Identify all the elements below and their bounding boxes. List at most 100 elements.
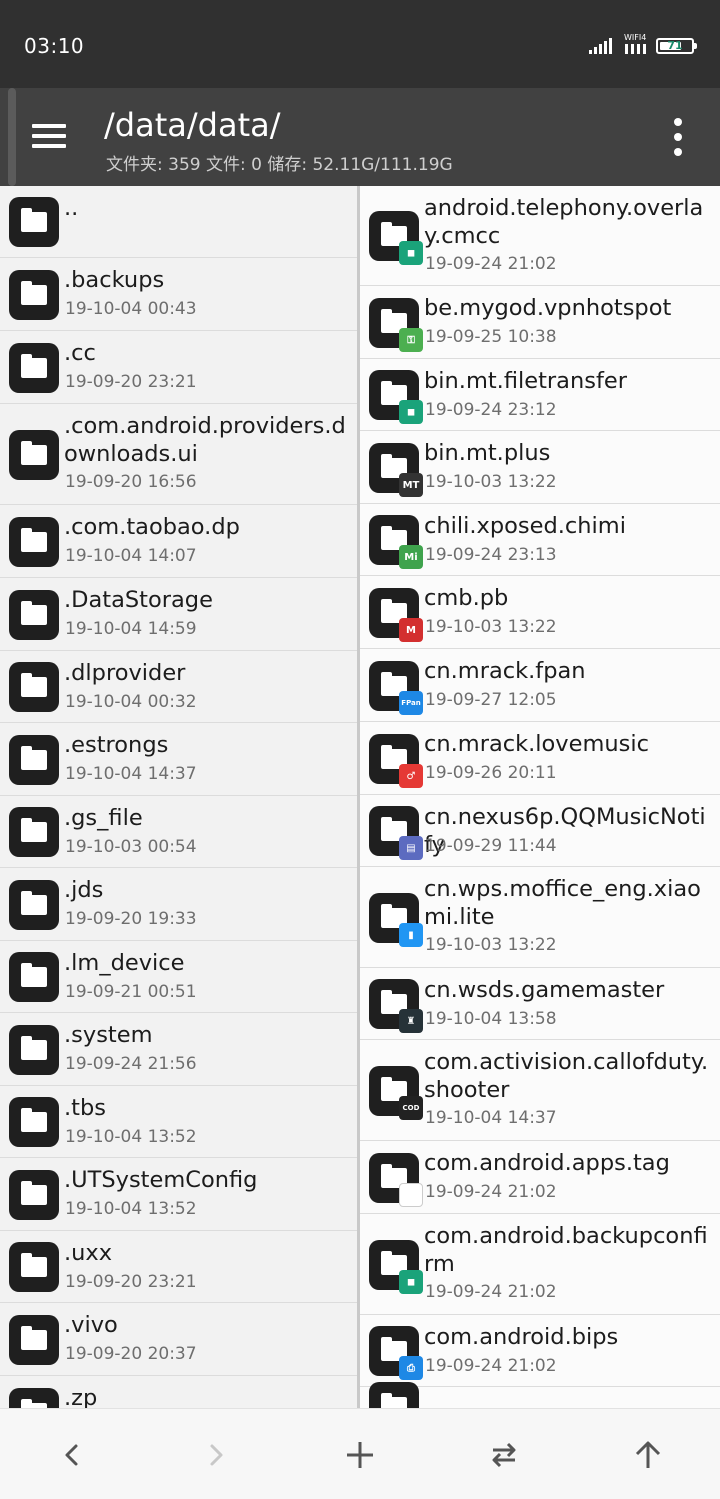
android-icon: ◼	[399, 241, 423, 265]
file-list-item[interactable]: com.android.apps.tag 19-09-24 21:02	[360, 1141, 720, 1214]
right-file-panel[interactable]: ◼ android.telephony.overlay.cmcc 19-09-24 …	[360, 186, 720, 1408]
file-list-item[interactable]: ◼ com.android.backupconfirm 19-09-24 21:02	[360, 1214, 720, 1315]
file-date: 19-09-20 20:37	[65, 1344, 197, 1364]
file-name: .gs_file	[64, 805, 143, 831]
file-list-item[interactable]: .system 19-09-24 21:56	[0, 1013, 358, 1086]
file-list-item[interactable]: .cc 19-09-20 23:21	[0, 331, 358, 404]
left-file-panel[interactable]: .. .backups 19-10-04 00:43 .cc 19-09-20 23:2…	[0, 186, 358, 1408]
folder-icon	[9, 735, 59, 785]
file-name: cn.mrack.lovemusic	[424, 731, 649, 757]
folder-icon: ♜	[369, 979, 423, 1033]
file-list-item[interactable]: ◼ android.telephony.overlay.cmcc 19-09-24 …	[360, 186, 720, 286]
document-icon: ▮	[399, 923, 423, 947]
file-name: .estrongs	[64, 732, 169, 758]
file-name: .system	[64, 1022, 153, 1048]
file-list-item[interactable]: .UTSystemConfig 19-10-04 13:52	[0, 1158, 358, 1231]
file-list-item[interactable]: .backups 19-10-04 00:43	[0, 258, 358, 331]
nfc-tag-icon	[399, 1183, 423, 1207]
storage-stats: 文件夹: 359 文件: 0 储存: 52.11G/111.19G	[106, 155, 453, 175]
file-list-item[interactable]: MT bin.mt.plus 19-10-03 13:22	[360, 431, 720, 504]
file-list-item[interactable]: ⚿ be.mygod.vpnhotspot 19-09-25 10:38	[360, 286, 720, 359]
chevron-left-icon	[65, 1444, 78, 1466]
notify-icon: ▤	[399, 836, 423, 860]
file-list-item[interactable]: Mcmb.pb 19-10-03 13:22	[360, 576, 720, 649]
current-path: /data/data/	[104, 106, 281, 144]
file-name: bin.mt.plus	[424, 440, 551, 466]
mt-icon: MT	[399, 473, 423, 497]
swap-panels-button[interactable]	[480, 1431, 528, 1479]
file-list-item[interactable]: .com.taobao.dp 19-10-04 14:07	[0, 505, 358, 578]
file-list-item[interactable]: ▤ cn.nexus6p.QQMusicNotify 19-09-29 11:44	[360, 795, 720, 867]
file-name: .backups	[64, 267, 165, 293]
file-list-item[interactable]: .com.android.providers.downloads.ui 19-09…	[0, 404, 358, 505]
file-name: cn.mrack.fpan	[424, 658, 586, 684]
rocket-icon: ♜	[399, 1009, 423, 1033]
file-name: .com.android.providers.downloads.ui	[64, 413, 346, 467]
android-icon: ◼	[399, 400, 423, 424]
file-list-item[interactable]: ♜ cn.wsds.gamemaster 19-10-04 13:58	[360, 968, 720, 1040]
forward-button[interactable]	[192, 1431, 240, 1479]
battery-icon: 71	[656, 38, 697, 54]
file-name: bin.mt.filetransfer	[424, 368, 627, 394]
parent-directory-button[interactable]	[624, 1431, 672, 1479]
file-list-item[interactable]: .gs_file 19-10-03 00:54	[0, 796, 358, 868]
cmb-icon: M	[399, 618, 423, 642]
folder-icon	[9, 952, 59, 1002]
file-list-item[interactable]: .dlprovider 19-10-04 00:32	[0, 651, 358, 723]
folder-icon	[9, 343, 59, 393]
file-date: 19-09-20 16:56	[65, 472, 197, 492]
folder-icon	[9, 1097, 59, 1147]
file-list-item[interactable]: .estrongs 19-10-04 14:37	[0, 723, 358, 796]
add-button[interactable]	[336, 1431, 384, 1479]
folder-icon	[9, 430, 59, 480]
file-list-item[interactable]: .uxx 19-09-20 23:21	[0, 1231, 358, 1303]
fpan-icon: FPan	[399, 691, 423, 715]
file-list-item[interactable]: ..	[0, 186, 358, 258]
file-date: 19-10-04 14:59	[65, 619, 197, 639]
file-name: android.telephony.overlay.cmcc	[424, 195, 704, 249]
folder-icon: FPan	[369, 661, 423, 715]
file-list-item[interactable]: .tbs 19-10-04 13:52	[0, 1086, 358, 1158]
folder-icon: ⎙	[369, 1326, 423, 1380]
folder-icon: COD	[369, 1066, 423, 1120]
file-list-item[interactable]: .zp	[0, 1376, 358, 1408]
folder-icon: MT	[369, 443, 423, 497]
file-date: 19-09-25 10:38	[425, 327, 557, 347]
file-list-item[interactable]: FPan cn.mrack.fpan 19-09-27 12:05	[360, 649, 720, 722]
cell-signal-icon	[589, 38, 617, 54]
file-date: 19-09-24 21:02	[425, 254, 557, 274]
folder-icon	[9, 517, 59, 567]
file-list-item[interactable]: ◼ bin.mt.filetransfer 19-09-24 23:12	[360, 359, 720, 431]
file-list-item[interactable]: .jds 19-09-20 19:33	[0, 868, 358, 941]
file-list-item[interactable]: Mi chili.xposed.chimi 19-09-24 23:13	[360, 504, 720, 576]
drawer-handle[interactable]	[8, 88, 16, 186]
file-list-item[interactable]: .lm_device 19-09-21 00:51	[0, 941, 358, 1013]
file-list-item[interactable]: COD com.activision.callofduty.shooter 19-1…	[360, 1040, 720, 1141]
file-date: 19-09-26 20:11	[425, 763, 557, 783]
back-button[interactable]	[48, 1431, 96, 1479]
chevron-right-icon	[210, 1444, 223, 1466]
file-date: 19-09-24 23:12	[425, 400, 557, 420]
file-name: chili.xposed.chimi	[424, 513, 626, 539]
file-date: 19-09-24 21:02	[425, 1182, 557, 1202]
more-options-button[interactable]	[662, 116, 694, 158]
file-list-item[interactable]: .DataStorage 19-10-04 14:59	[0, 578, 358, 651]
swap-arrows-icon	[492, 1442, 516, 1468]
wifi-label: WIFI4	[624, 33, 647, 42]
print-icon: ⎙	[399, 1356, 423, 1380]
file-name: com.android.backupconfirm	[424, 1223, 708, 1277]
file-name: .jds	[64, 877, 104, 903]
file-list-item[interactable]: ⎙ com.android.bips 19-09-24 21:02	[360, 1315, 720, 1387]
folder-icon: Mi	[369, 515, 423, 569]
file-date: 19-09-20 23:21	[65, 1272, 197, 1292]
file-date: 19-10-04 14:37	[65, 764, 197, 784]
file-list-item[interactable]: ◼	[360, 1382, 720, 1408]
file-list-item[interactable]: .vivo 19-09-20 20:37	[0, 1303, 358, 1376]
file-list-item[interactable]: ▮ cn.wps.moffice_eng.xiaomi.lite 19-10-03 …	[360, 867, 720, 968]
file-list-item[interactable]: ♂ cn.mrack.lovemusic 19-09-26 20:11	[360, 722, 720, 795]
menu-button[interactable]	[28, 114, 70, 158]
folder-icon	[9, 1315, 59, 1365]
file-date: 19-10-03 13:22	[425, 617, 557, 637]
file-name: .dlprovider	[64, 660, 186, 686]
wifi-icon: WIFI4	[624, 34, 650, 54]
